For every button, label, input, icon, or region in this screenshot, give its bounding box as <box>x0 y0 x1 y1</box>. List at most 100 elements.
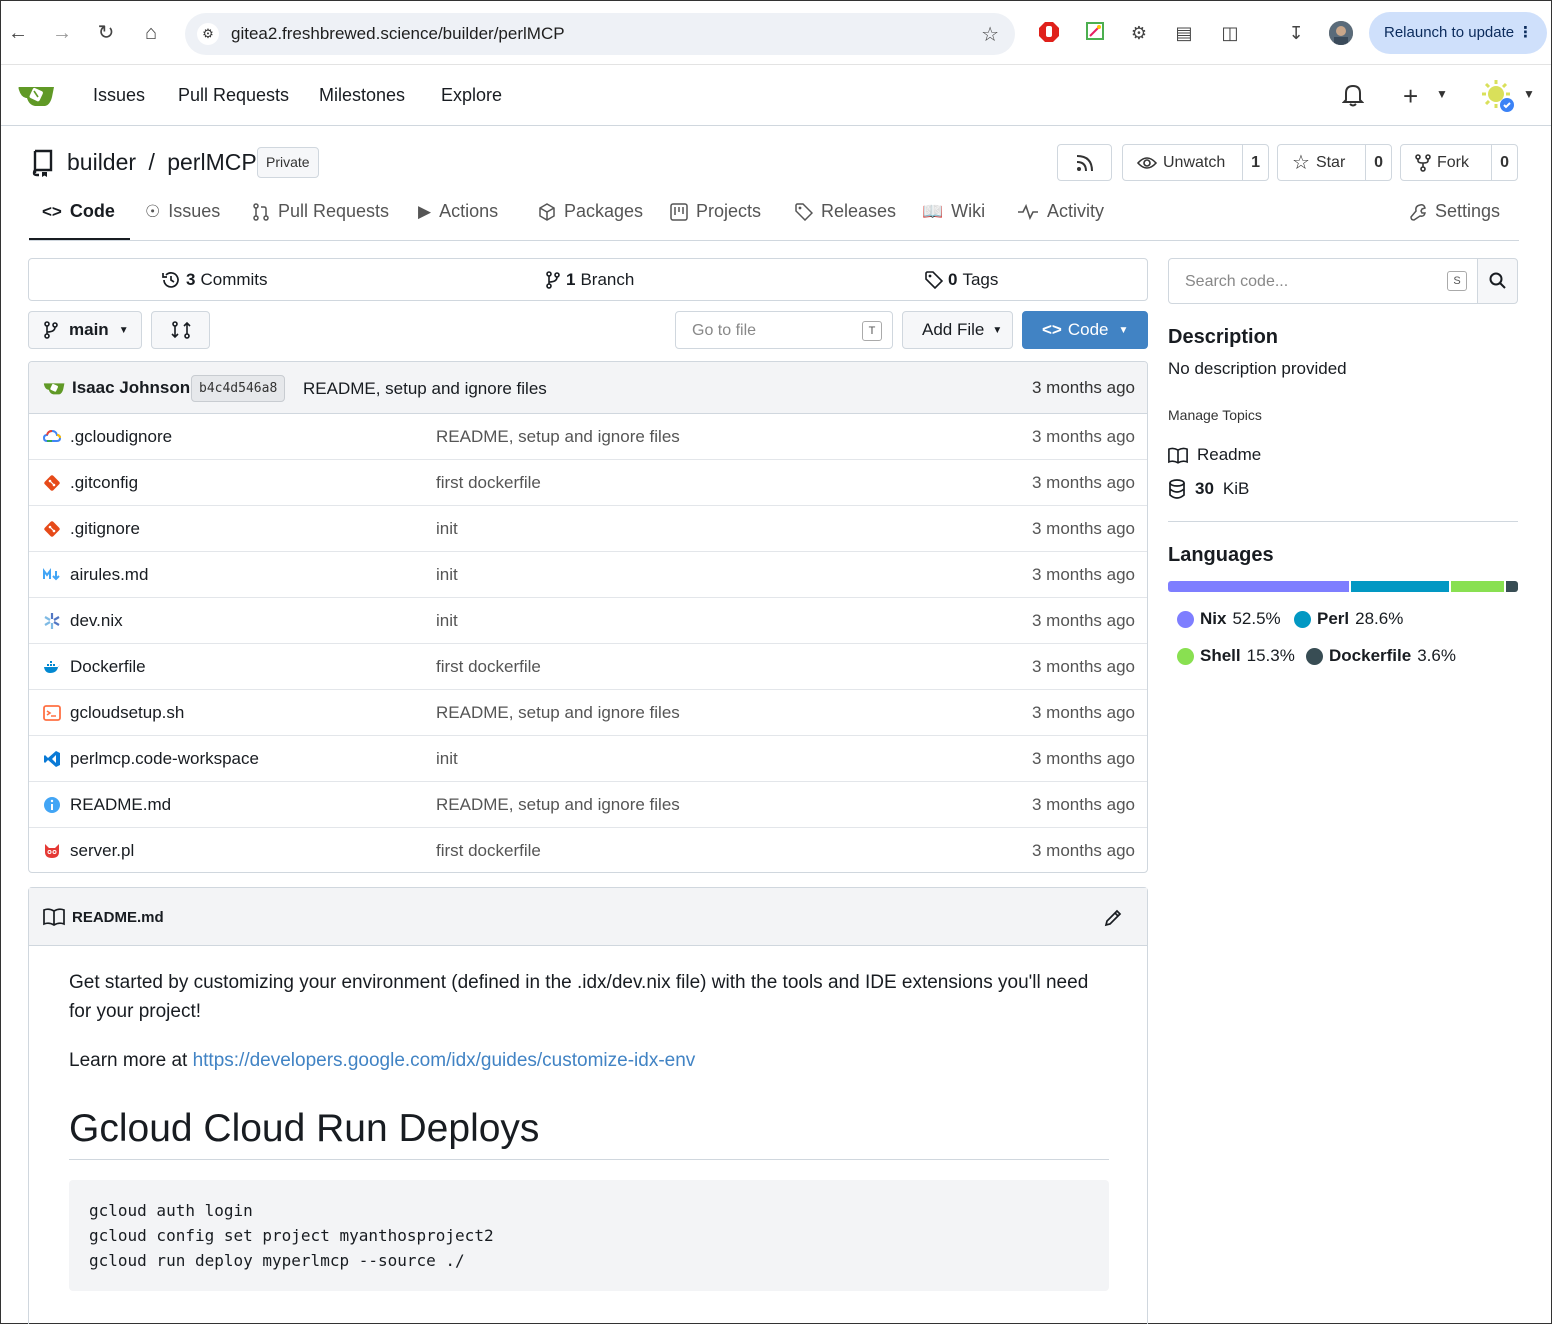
language-percent: 15.3% <box>1246 646 1295 665</box>
file-row[interactable]: airules.md init 3 months ago <box>29 552 1147 598</box>
tab-wiki[interactable]: 📖 Wiki <box>922 201 985 222</box>
nav-milestones[interactable]: Milestones <box>319 85 405 106</box>
file-commit-message[interactable]: README, setup and ignore files <box>436 427 680 447</box>
more-menu-icon[interactable]: ⋮ <box>1518 12 1533 54</box>
file-row[interactable]: perlmcp.code-workspace init 3 months ago <box>29 736 1147 782</box>
user-avatar[interactable] <box>1480 79 1516 119</box>
address-bar[interactable]: ⚙ gitea2.freshbrewed.science/builder/per… <box>185 13 1015 55</box>
gitea-logo-icon[interactable] <box>17 81 55 109</box>
rss-button[interactable] <box>1057 144 1112 181</box>
fork-count[interactable]: 0 <box>1491 145 1517 180</box>
profile-avatar[interactable] <box>1329 21 1353 45</box>
tab-releases[interactable]: Releases <box>795 201 896 222</box>
tab-projects[interactable]: Projects <box>670 201 761 222</box>
pencil-edit-icon[interactable] <box>1103 908 1123 928</box>
sun-extension-icon[interactable]: ⚙ <box>1127 21 1151 45</box>
file-row[interactable]: .gitconfig first dockerfile 3 months ago <box>29 460 1147 506</box>
search-code-input[interactable]: Search code... S <box>1168 258 1478 304</box>
watch-button[interactable]: Unwatch 1 <box>1122 144 1269 181</box>
adblock-extension-icon[interactable] <box>1037 21 1061 45</box>
file-name[interactable]: .gcloudignore <box>70 427 172 447</box>
chevron-down-icon: ▼ <box>1118 324 1129 336</box>
star-button[interactable]: ☆ Star 0 <box>1277 144 1392 181</box>
color-picker-extension-icon[interactable] <box>1083 21 1107 45</box>
tags-stat[interactable]: 0 Tags <box>925 270 998 290</box>
shell-icon <box>43 705 61 721</box>
readme-filename[interactable]: README.md <box>72 909 164 926</box>
tab-pull-requests[interactable]: Pull Requests <box>252 201 389 222</box>
file-commit-message[interactable]: first dockerfile <box>436 657 541 677</box>
file-row[interactable]: gcloudsetup.sh README, setup and ignore … <box>29 690 1147 736</box>
file-name[interactable]: perlmcp.code-workspace <box>70 749 259 769</box>
repo-owner-link[interactable]: builder <box>67 149 136 175</box>
file-name[interactable]: .gitignore <box>70 519 140 539</box>
create-plus-icon[interactable]: + <box>1403 81 1418 112</box>
go-to-file-input[interactable]: Go to file T <box>675 311 893 349</box>
file-commit-message[interactable]: init <box>436 565 458 585</box>
tab-packages[interactable]: Packages <box>538 201 643 222</box>
branch-selector[interactable]: main ▼ <box>28 311 142 349</box>
tab-activity[interactable]: Activity <box>1017 201 1104 222</box>
file-name[interactable]: README.md <box>70 795 171 815</box>
commit-author[interactable]: Isaac Johnson <box>72 378 190 398</box>
back-icon[interactable]: ← <box>6 21 30 45</box>
reload-icon[interactable]: ↻ <box>94 21 118 45</box>
url-text[interactable]: gitea2.freshbrewed.science/builder/perlM… <box>231 24 565 44</box>
commit-message[interactable]: README, setup and ignore files <box>303 379 547 399</box>
star-count[interactable]: 0 <box>1365 145 1391 180</box>
relaunch-button[interactable]: Relaunch to update ⋮ <box>1369 12 1547 54</box>
tab-actions[interactable]: ▶ Actions <box>418 201 498 222</box>
extensions-puzzle-icon[interactable]: ◫ <box>1218 21 1242 45</box>
manage-topics-link[interactable]: Manage Topics <box>1168 407 1262 423</box>
search-button[interactable] <box>1477 258 1518 304</box>
file-name[interactable]: gcloudsetup.sh <box>70 703 184 723</box>
file-commit-message[interactable]: first dockerfile <box>436 841 541 861</box>
commits-stat[interactable]: 3 Commits <box>161 270 268 290</box>
learn-more-link[interactable]: https://developers.google.com/idx/guides… <box>193 1050 696 1071</box>
commit-sha[interactable]: b4c4d546a8 <box>191 375 286 402</box>
compare-button[interactable] <box>151 311 210 349</box>
file-commit-message[interactable]: README, setup and ignore files <box>436 703 680 723</box>
file-name[interactable]: .gitconfig <box>70 473 138 493</box>
file-row[interactable]: .gcloudignore README, setup and ignore f… <box>29 414 1147 460</box>
file-row[interactable]: Dockerfile first dockerfile 3 months ago <box>29 644 1147 690</box>
file-commit-message[interactable]: init <box>436 519 458 539</box>
tab-issues[interactable]: ☉ Issues <box>145 201 220 222</box>
author-avatar[interactable] <box>43 379 65 397</box>
home-icon[interactable]: ⌂ <box>139 21 163 45</box>
code-clone-button[interactable]: <> Code ▼ <box>1022 311 1148 349</box>
file-row[interactable]: .gitignore init 3 months ago <box>29 506 1147 552</box>
user-chevron-down-icon[interactable]: ▼ <box>1523 87 1535 101</box>
file-name[interactable]: airules.md <box>70 565 148 585</box>
file-row[interactable]: dev.nix init 3 months ago <box>29 598 1147 644</box>
notifications-bell-icon[interactable] <box>1341 83 1365 113</box>
file-name[interactable]: server.pl <box>70 841 134 861</box>
fork-button[interactable]: Fork 0 <box>1400 144 1518 181</box>
readme-header: README.md <box>29 888 1147 946</box>
tab-settings[interactable]: Settings <box>1409 201 1500 222</box>
file-commit-message[interactable]: init <box>436 611 458 631</box>
branch-stat[interactable]: 1 Branch <box>545 270 634 290</box>
readme-sidebar-link[interactable]: Readme <box>1168 445 1261 465</box>
file-name[interactable]: dev.nix <box>70 611 123 631</box>
file-row[interactable]: README.md README, setup and ignore files… <box>29 782 1147 828</box>
file-name[interactable]: Dockerfile <box>70 657 146 677</box>
robot-extension-icon[interactable]: ▤ <box>1172 21 1196 45</box>
file-row[interactable]: server.pl first dockerfile 3 months ago <box>29 828 1147 872</box>
forward-icon[interactable]: → <box>50 21 74 45</box>
tab-code[interactable]: <> Code <box>42 201 115 222</box>
tab-releases-label: Releases <box>821 201 897 221</box>
file-commit-message[interactable]: init <box>436 749 458 769</box>
nav-explore[interactable]: Explore <box>441 85 502 106</box>
file-commit-message[interactable]: first dockerfile <box>436 473 541 493</box>
repo-name-link[interactable]: perlMCP <box>167 149 256 175</box>
watch-count[interactable]: 1 <box>1242 145 1268 180</box>
nav-pull-requests[interactable]: Pull Requests <box>178 85 289 106</box>
add-file-button[interactable]: Add File ▼ <box>902 311 1013 349</box>
create-chevron-down-icon[interactable]: ▼ <box>1436 87 1448 101</box>
bookmark-star-icon[interactable]: ☆ <box>981 22 999 47</box>
file-commit-message[interactable]: README, setup and ignore files <box>436 795 680 815</box>
download-icon[interactable]: ↧ <box>1284 21 1308 45</box>
site-info-icon[interactable]: ⚙ <box>197 23 219 45</box>
nav-issues[interactable]: Issues <box>93 85 145 106</box>
